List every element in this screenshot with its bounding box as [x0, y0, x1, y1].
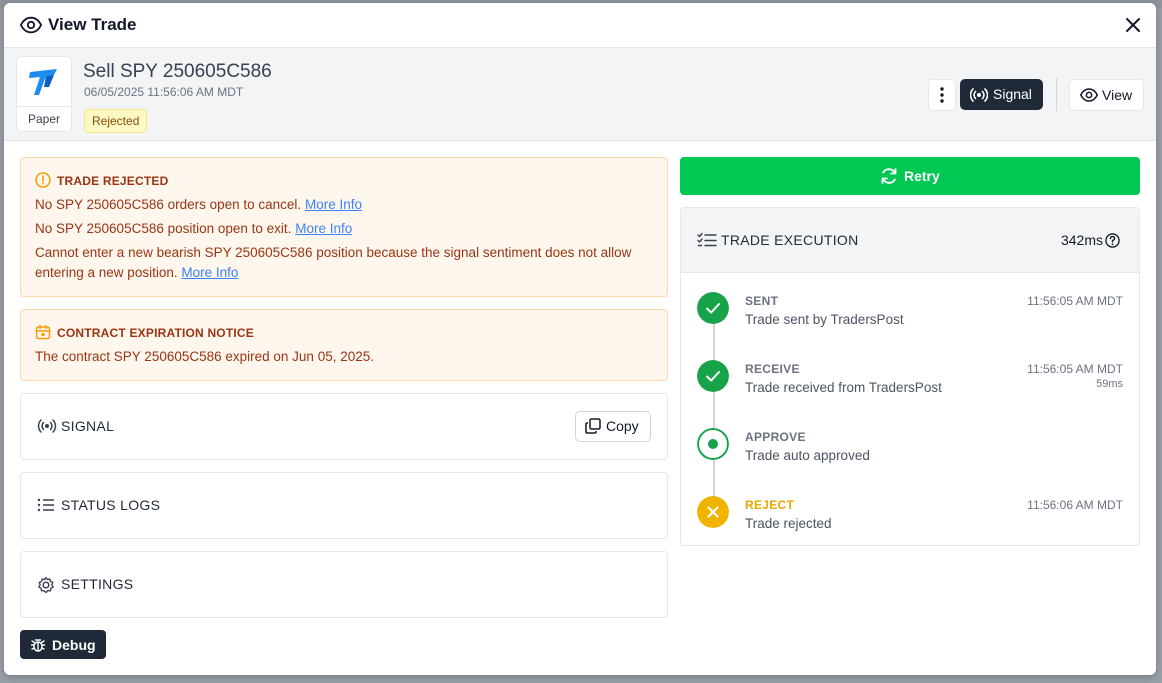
checklist-icon [697, 232, 717, 247]
step-name: REJECT [745, 498, 795, 512]
vertical-dots-icon [940, 87, 944, 103]
signal-section[interactable]: SIGNAL Copy [20, 393, 668, 460]
alert-heading-text: TRADE REJECTED [57, 174, 169, 188]
step-name: SENT [745, 294, 779, 308]
alert-heading-text: CONTRACT EXPIRATION NOTICE [57, 326, 254, 340]
view-button[interactable]: View [1069, 79, 1144, 111]
step-time: 11:56:06 AM MDT [1027, 498, 1123, 512]
step-description: Trade received from TradersPost [745, 380, 942, 395]
timeline-step-sent: SENT Trade sent by TradersPost 11:56:05 … [681, 292, 1139, 352]
timeline-step-receive: RECEIVE Trade received from TradersPost … [681, 360, 1139, 420]
help-circle-icon[interactable] [1105, 233, 1120, 248]
broadcast-icon [37, 419, 57, 433]
retry-button[interactable]: Retry [680, 157, 1140, 195]
step-description: Trade sent by TradersPost [745, 312, 904, 327]
debug-button[interactable]: Debug [20, 630, 106, 659]
more-options-button[interactable] [928, 79, 956, 111]
rejection-reason-text: Cannot enter a new bearish SPY 250605C58… [35, 245, 632, 280]
trade-execution-card: TRADE EXECUTION 342ms SENT Trade sent by… [680, 207, 1140, 546]
more-info-link[interactable]: More Info [305, 197, 362, 212]
trade-title: Sell SPY 250605C586 [83, 61, 272, 82]
trade-execution-header: TRADE EXECUTION 342ms [681, 208, 1139, 273]
eye-icon [20, 16, 42, 34]
debug-button-label: Debug [52, 637, 96, 653]
step-time: 11:56:05 AM MDT [1027, 362, 1123, 376]
step-description: Trade rejected [745, 516, 832, 531]
execution-total-time: 342ms [1060, 232, 1103, 248]
header-separator [1056, 78, 1057, 111]
rejection-reason-sentiment: Cannot enter a new bearish SPY 250605C58… [35, 243, 655, 283]
rejection-reason-text: No SPY 250605C586 position open to exit. [35, 221, 292, 236]
rejection-reason-position: No SPY 250605C586 position open to exit.… [35, 219, 655, 239]
modal-title: View Trade [48, 15, 137, 34]
check-circle-icon [697, 360, 729, 392]
step-time: 11:56:05 AM MDT [1027, 294, 1123, 308]
status-logs-section[interactable]: STATUS LOGS [20, 472, 668, 539]
rejection-reason-text: No SPY 250605C586 orders open to cancel. [35, 197, 302, 212]
copy-button-label: Copy [606, 418, 639, 434]
modal-titlebar: View Trade [4, 3, 1156, 48]
rejection-reason-orders: No SPY 250605C586 orders open to cancel.… [35, 195, 655, 215]
bug-icon [30, 639, 46, 652]
list-icon [37, 498, 54, 512]
step-name: APPROVE [745, 430, 806, 444]
x-circle-icon [697, 496, 729, 528]
trade-execution-title: TRADE EXECUTION [721, 232, 859, 248]
more-info-link[interactable]: More Info [181, 265, 238, 280]
warning-circle-icon [35, 172, 51, 188]
timeline-step-reject: REJECT Trade rejected 11:56:06 AM MDT [681, 496, 1139, 556]
status-logs-label: STATUS LOGS [61, 497, 161, 513]
broker-divider [17, 106, 71, 107]
close-icon[interactable] [1124, 16, 1142, 34]
more-info-link[interactable]: More Info [295, 221, 352, 236]
settings-section[interactable]: SETTINGS [20, 551, 668, 618]
copy-button[interactable]: Copy [575, 411, 651, 442]
step-name: RECEIVE [745, 362, 800, 376]
refresh-icon [881, 168, 897, 184]
status-badge: Rejected [84, 109, 148, 133]
signal-section-label: SIGNAL [61, 418, 115, 434]
broker-card: Paper [16, 56, 72, 132]
active-step-icon [697, 428, 729, 460]
copy-icon [585, 418, 601, 434]
traderspost-logo-icon [29, 69, 57, 95]
view-trade-modal: View Trade Paper Sell SPY 250605C586 06/… [4, 3, 1156, 675]
step-description: Trade auto approved [745, 448, 870, 463]
eye-icon [1080, 88, 1098, 102]
trade-header: Paper Sell SPY 250605C586 06/05/2025 11:… [4, 48, 1156, 141]
view-button-label: View [1102, 87, 1133, 103]
broker-label: Paper [27, 112, 61, 126]
broadcast-icon [970, 88, 988, 102]
signal-button-label: Signal [993, 86, 1032, 102]
gear-icon [38, 576, 54, 594]
settings-label: SETTINGS [61, 576, 134, 592]
expiration-message: The contract SPY 250605C586 expired on J… [35, 349, 374, 364]
signal-button[interactable]: Signal [960, 79, 1043, 110]
timeline-step-approve: APPROVE Trade auto approved [681, 428, 1139, 488]
trade-timestamp: 06/05/2025 11:56:06 AM MDT [84, 85, 244, 99]
trade-rejected-alert: TRADE REJECTED No SPY 250605C586 orders … [20, 157, 668, 297]
contract-expiration-alert: CONTRACT EXPIRATION NOTICE The contract … [20, 309, 668, 381]
calendar-icon [35, 324, 51, 340]
step-duration: 59ms [1096, 378, 1123, 390]
check-circle-icon [697, 292, 729, 324]
retry-button-label: Retry [904, 168, 940, 184]
